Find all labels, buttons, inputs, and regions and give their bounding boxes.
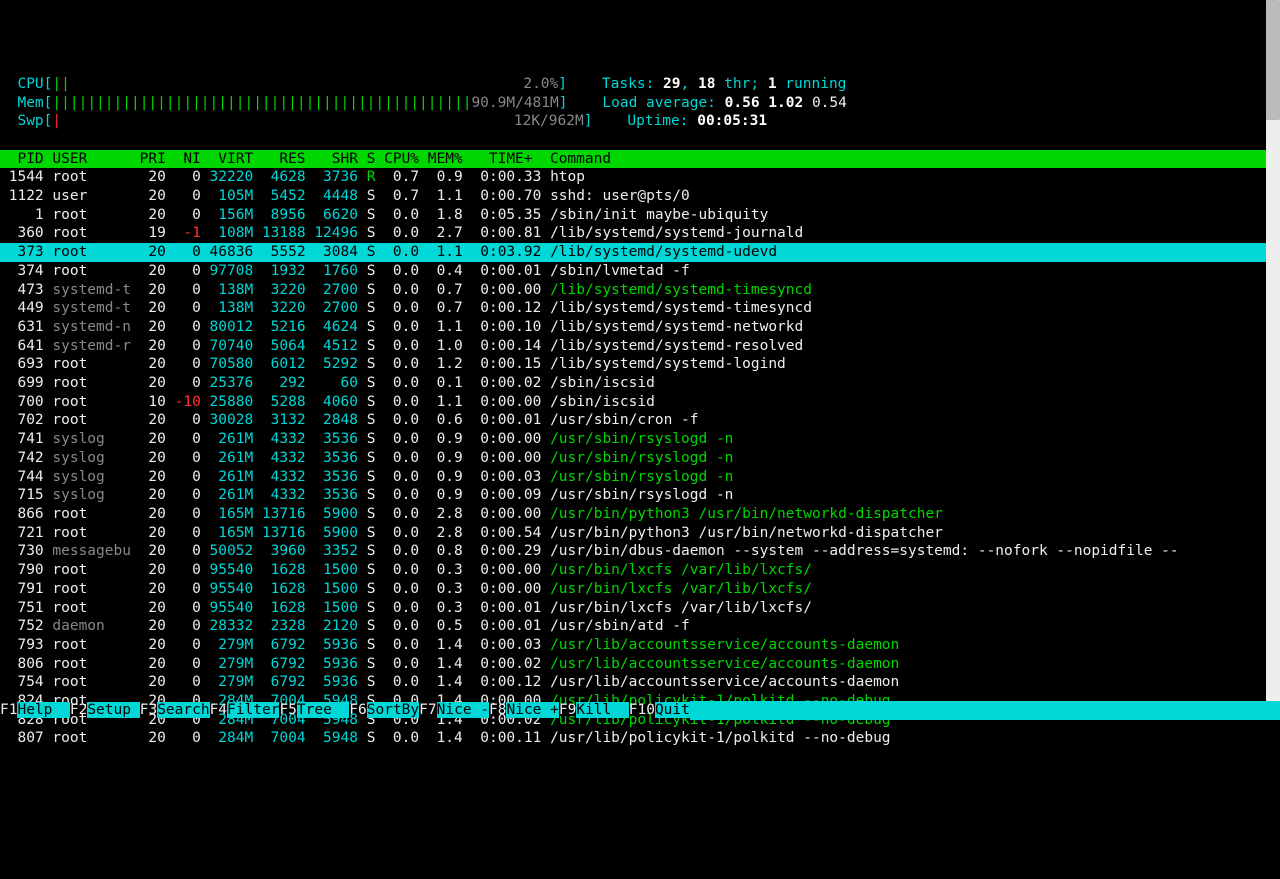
process-row[interactable]: 702 root 20 0 30028 3132 2848 S 0.0 0.6 … xyxy=(0,411,1280,430)
fkey-label[interactable]: Tree xyxy=(297,702,349,718)
process-row[interactable]: 699 root 20 0 25376 292 60 S 0.0 0.1 0:0… xyxy=(0,374,1280,393)
process-row[interactable]: 715 syslog 20 0 261M 4332 3536 S 0.0 0.9… xyxy=(0,486,1280,505)
fkey-label[interactable]: Quit xyxy=(655,702,690,718)
process-row[interactable]: 751 root 20 0 95540 1628 1500 S 0.0 0.3 … xyxy=(0,599,1280,618)
fkey-label[interactable]: Nice + xyxy=(506,702,558,718)
fkey: F1 xyxy=(0,702,17,718)
process-row[interactable]: 730 messagebu 20 0 50052 3960 3352 S 0.0… xyxy=(0,542,1280,561)
swp-meter: Swp[| 12K/962M] Uptime: 00:05:31 xyxy=(0,112,1280,131)
footer: F1Help F2Setup F3SearchF4FilterF5Tree F6… xyxy=(0,701,1266,720)
process-row[interactable]: 742 syslog 20 0 261M 4332 3536 S 0.0 0.9… xyxy=(0,449,1280,468)
process-row[interactable]: 752 daemon 20 0 28332 2328 2120 S 0.0 0.… xyxy=(0,617,1280,636)
fkey: F10 xyxy=(629,702,655,718)
fkey-label[interactable]: Kill xyxy=(576,702,628,718)
fkey: F3 xyxy=(140,702,157,718)
process-row[interactable]: 374 root 20 0 97708 1932 1760 S 0.0 0.4 … xyxy=(0,262,1280,281)
process-row[interactable]: 360 root 19 -1 108M 13188 12496 S 0.0 2.… xyxy=(0,224,1280,243)
fkey: F6 xyxy=(349,702,366,718)
mem-meter: Mem[||||||||||||||||||||||||||||||||||||… xyxy=(0,94,1280,113)
column-header[interactable]: PID USER PRI NI VIRT RES SHR S CPU% MEM%… xyxy=(0,150,1266,169)
tasks-label: Tasks: xyxy=(602,76,663,92)
fkey: F2 xyxy=(70,702,87,718)
process-row[interactable]: 700 root 10 -10 25880 5288 4060 S 0.0 1.… xyxy=(0,393,1280,412)
process-row[interactable]: 790 root 20 0 95540 1628 1500 S 0.0 0.3 … xyxy=(0,561,1280,580)
fkey: F4 xyxy=(210,702,227,718)
process-row[interactable]: 807 root 20 0 284M 7004 5948 S 0.0 1.4 0… xyxy=(0,729,1280,748)
fkey: F7 xyxy=(419,702,436,718)
process-row[interactable]: 754 root 20 0 279M 6792 5936 S 0.0 1.4 0… xyxy=(0,673,1280,692)
process-row[interactable]: 693 root 20 0 70580 6012 5292 S 0.0 1.2 … xyxy=(0,355,1280,374)
scrollbar[interactable] xyxy=(1266,0,1280,720)
process-row[interactable]: 631 systemd-n 20 0 80012 5216 4624 S 0.0… xyxy=(0,318,1280,337)
process-row[interactable]: 1 root 20 0 156M 8956 6620 S 0.0 1.8 0:0… xyxy=(0,206,1280,225)
fkey-label[interactable]: Setup xyxy=(87,702,139,718)
process-row[interactable]: 866 root 20 0 165M 13716 5900 S 0.0 2.8 … xyxy=(0,505,1280,524)
process-row[interactable]: 1544 root 20 0 32220 4628 3736 R 0.7 0.9… xyxy=(0,168,1280,187)
fkey: F5 xyxy=(279,702,296,718)
fkey-label[interactable]: Help xyxy=(17,702,69,718)
fkey: F8 xyxy=(489,702,506,718)
process-row[interactable]: 741 syslog 20 0 261M 4332 3536 S 0.0 0.9… xyxy=(0,430,1280,449)
process-row[interactable]: 806 root 20 0 279M 6792 5936 S 0.0 1.4 0… xyxy=(0,655,1280,674)
cpu-meter: CPU[|| 2.0%] Tasks: 29, 18 thr; 1 runnin… xyxy=(0,75,1280,94)
process-row[interactable]: 791 root 20 0 95540 1628 1500 S 0.0 0.3 … xyxy=(0,580,1280,599)
fkey-label[interactable]: Search xyxy=(157,702,209,718)
process-row[interactable]: 721 root 20 0 165M 13716 5900 S 0.0 2.8 … xyxy=(0,524,1280,543)
process-row[interactable]: 473 systemd-t 20 0 138M 3220 2700 S 0.0 … xyxy=(0,281,1280,300)
fkey-label[interactable]: Nice - xyxy=(437,702,489,718)
process-row[interactable]: 449 systemd-t 20 0 138M 3220 2700 S 0.0 … xyxy=(0,299,1280,318)
process-row[interactable]: 793 root 20 0 279M 6792 5936 S 0.0 1.4 0… xyxy=(0,636,1280,655)
process-row-selected[interactable]: 373 root 20 0 46836 5552 3084 S 0.0 1.1 … xyxy=(0,243,1266,262)
fkey-label[interactable]: Filter xyxy=(227,702,279,718)
process-row[interactable]: 744 syslog 20 0 261M 4332 3536 S 0.0 0.9… xyxy=(0,468,1280,487)
process-row[interactable]: 641 systemd-r 20 0 70740 5064 4512 S 0.0… xyxy=(0,337,1280,356)
fkey-label[interactable]: SortBy xyxy=(367,702,419,718)
process-row[interactable]: 1122 user 20 0 105M 5452 4448 S 0.7 1.1 … xyxy=(0,187,1280,206)
fkey: F9 xyxy=(559,702,576,718)
